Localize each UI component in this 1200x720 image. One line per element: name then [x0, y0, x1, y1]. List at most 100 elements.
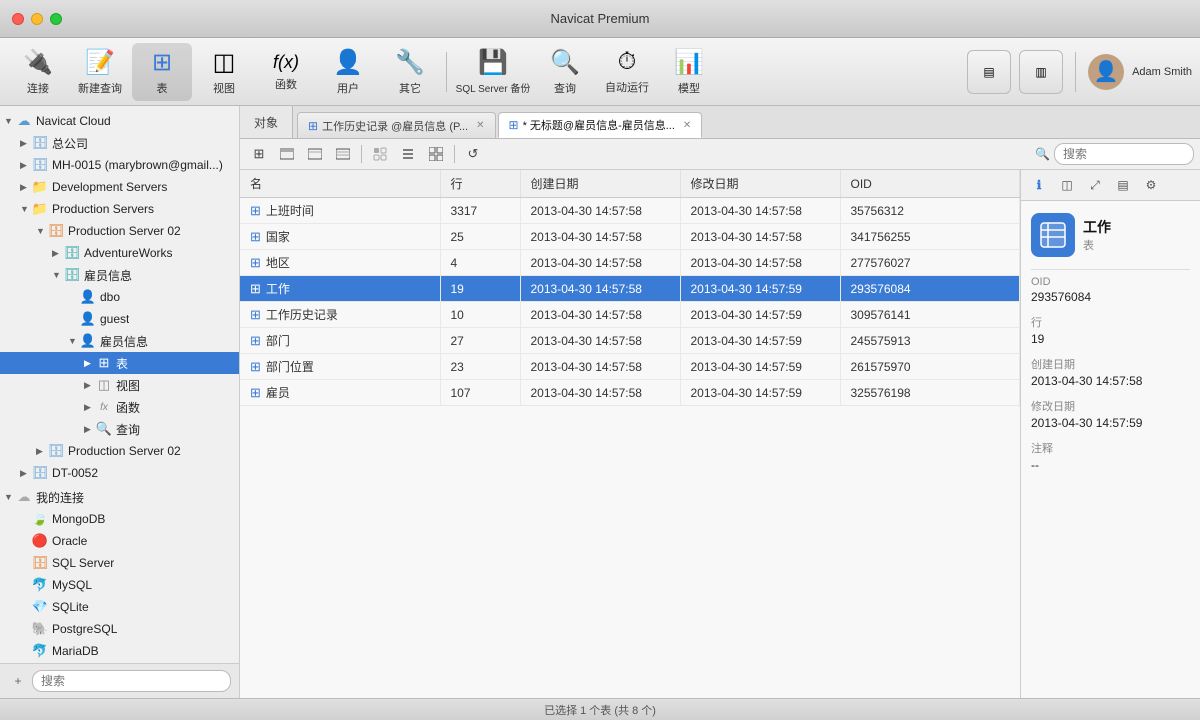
sub-btn-refresh[interactable]: ↺ — [460, 142, 486, 166]
sub-btn-add[interactable] — [274, 142, 300, 166]
toolbar-btn-func[interactable]: f(x) 函数 — [256, 43, 316, 101]
sidebar-item-employee-schema[interactable]: 👤 雇员信息 — [0, 330, 239, 352]
sub-btn-3[interactable] — [330, 142, 356, 166]
user-avatar[interactable]: 👤 — [1088, 54, 1124, 90]
sub-btn-4[interactable] — [367, 142, 393, 166]
expand-arrow-mh0015 — [20, 160, 32, 171]
toolbar-btn-auto-run[interactable]: ⏱ 自动运行 — [597, 43, 657, 101]
sidebar-item-guest[interactable]: 👤 guest — [0, 308, 239, 330]
sub-btn-grid[interactable]: ⊞ — [246, 142, 272, 166]
view-toggle-1[interactable]: ▤ — [967, 50, 1011, 94]
tab-history-close[interactable]: ✕ — [476, 120, 484, 131]
cloud-icon: ☁ — [16, 113, 32, 129]
row-table-icon: ⊞ — [250, 359, 261, 375]
table-row[interactable]: ⊞ 部门位置 23 2013-04-30 14:57:58 2013-04-30… — [240, 354, 1020, 380]
func-label: 函数 — [275, 76, 297, 92]
row-table-icon: ⊞ — [250, 229, 261, 245]
db-icon-employee: 🗄 — [64, 267, 80, 283]
sidebar-item-label: PostgreSQL — [52, 622, 117, 636]
sidebar-item-postgresql[interactable]: 🐘 PostgreSQL — [0, 618, 239, 640]
sidebar-item-views[interactable]: ◫ 视图 — [0, 374, 239, 396]
expand-arrow-funcs — [84, 402, 96, 413]
sidebar-item-dt0052[interactable]: 🗄 DT-0052 — [0, 462, 239, 484]
sidebar-item-prod-server-02b[interactable]: 🗄 Production Server 02 — [0, 440, 239, 462]
close-button[interactable] — [12, 13, 24, 25]
query-label: 查询 — [554, 80, 576, 96]
toolbar-separator-2 — [1075, 52, 1076, 92]
table-area: 名 行 创建日期 修改日期 OID ⊞ 上班时间 3317 2013 — [240, 170, 1200, 698]
folder-icon-dev: 📁 — [32, 179, 48, 195]
toolbar-btn-other[interactable]: 🔧 其它 — [380, 43, 440, 101]
user-name: Adam Smith — [1132, 66, 1192, 78]
rp-field-created: 创建日期 2013-04-30 14:57:58 — [1031, 356, 1190, 388]
expand-arrow-navicat-cloud — [4, 116, 16, 126]
sidebar-item-label: Navicat Cloud — [36, 114, 111, 128]
titlebar: Navicat Premium — [0, 0, 1200, 38]
tab-untitled-close[interactable]: ✕ — [683, 120, 691, 131]
sidebar-item-mariadb[interactable]: 🐬 MariaDB — [0, 640, 239, 662]
sidebar-item-functions[interactable]: fx 函数 — [0, 396, 239, 418]
sub-btn-6[interactable] — [423, 142, 449, 166]
rp-field-rows-value: 19 — [1031, 332, 1190, 346]
sidebar-item-label: Oracle — [52, 534, 87, 548]
rp-btn-cols[interactable]: ▤ — [1111, 174, 1135, 196]
cell-oid: 309576141 — [840, 302, 1020, 328]
sidebar-item-oracle[interactable]: 🔴 Oracle — [0, 530, 239, 552]
rp-object-name: 工作 — [1083, 217, 1111, 237]
table-row[interactable]: ⊞ 雇员 107 2013-04-30 14:57:58 2013-04-30 … — [240, 380, 1020, 406]
sidebar-item-my-connections[interactable]: ☁ 我的连接 — [0, 486, 239, 508]
toolbar-btn-user[interactable]: 👤 用户 — [318, 43, 378, 101]
table-row[interactable]: ⊞ 上班时间 3317 2013-04-30 14:57:58 2013-04-… — [240, 198, 1020, 224]
rp-btn-preview[interactable]: ◫ — [1055, 174, 1079, 196]
sidebar-item-adventure-works[interactable]: 🗄 AdventureWorks — [0, 242, 239, 264]
sidebar-item-corp[interactable]: 🗄 总公司 — [0, 132, 239, 154]
sidebar-item-mh0015[interactable]: 🗄 MH-0015 (marybrown@gmail...) — [0, 154, 239, 176]
toolbar-btn-sqlserver-backup[interactable]: 💾 SQL Server 备份 — [453, 43, 533, 101]
toolbar-btn-model[interactable]: 📊 模型 — [659, 43, 719, 101]
table-row[interactable]: ⊞ 部门 27 2013-04-30 14:57:58 2013-04-30 1… — [240, 328, 1020, 354]
view-toggle-2[interactable]: ▥ — [1019, 50, 1063, 94]
sidebar-item-employee-info-db[interactable]: 🗄 雇员信息 — [0, 264, 239, 286]
table-row[interactable]: ⊞ 地区 4 2013-04-30 14:57:58 2013-04-30 14… — [240, 250, 1020, 276]
table-row[interactable]: ⊞ 工作 19 2013-04-30 14:57:58 2013-04-30 1… — [240, 276, 1020, 302]
sidebar-item-queries[interactable]: 🔍 查询 — [0, 418, 239, 440]
tab-untitled-icon: ⊞ — [509, 118, 519, 132]
sub-btn-5[interactable] — [395, 142, 421, 166]
sidebar-item-dbo[interactable]: 👤 dbo — [0, 286, 239, 308]
sidebar-item-sql-server[interactable]: 🗄 SQL Server — [0, 552, 239, 574]
sidebar-item-navicat-cloud[interactable]: ☁ Navicat Cloud — [0, 110, 239, 132]
sidebar-item-prod-servers[interactable]: 📁 Production Servers — [0, 198, 239, 220]
view-icon: ◫ — [213, 48, 236, 77]
sidebar-item-sqlite[interactable]: 💎 SQLite — [0, 596, 239, 618]
sidebar-item-mysql[interactable]: 🐬 MySQL — [0, 574, 239, 596]
maximize-button[interactable] — [50, 13, 62, 25]
toolbar-btn-table[interactable]: ⊞ 表 — [132, 43, 192, 101]
sidebar-add-icon[interactable]: + — [8, 671, 28, 691]
rp-btn-expand[interactable]: ⤢ — [1083, 174, 1107, 196]
toolbar-btn-view[interactable]: ◫ 视图 — [194, 43, 254, 101]
cell-modified: 2013-04-30 14:57:59 — [680, 302, 840, 328]
expand-arrow-tables — [84, 358, 96, 369]
sidebar-item-dev-servers[interactable]: 📁 Development Servers — [0, 176, 239, 198]
sub-btn-2[interactable] — [302, 142, 328, 166]
sidebar-item-label: AdventureWorks — [84, 246, 172, 260]
traffic-lights[interactable] — [12, 13, 62, 25]
mysql-icon: 🐬 — [32, 577, 48, 593]
table-row[interactable]: ⊞ 工作历史记录 10 2013-04-30 14:57:58 2013-04-… — [240, 302, 1020, 328]
toolbar-btn-connect[interactable]: 🔌 连接 — [8, 43, 68, 101]
tab-history[interactable]: ⊞ 工作历史记录 @雇员信息 (P... ✕ — [297, 112, 495, 138]
minimize-button[interactable] — [31, 13, 43, 25]
rp-btn-info[interactable]: ℹ — [1027, 174, 1051, 196]
sidebar-item-mongodb[interactable]: 🍃 MongoDB — [0, 508, 239, 530]
sidebar-item-tables[interactable]: ⊞ 表 — [0, 352, 239, 374]
search-input[interactable] — [1054, 143, 1194, 165]
sidebar-item-prod-server-02[interactable]: 🗄 Production Server 02 — [0, 220, 239, 242]
sidebar-search-input[interactable] — [32, 670, 231, 692]
tab-untitled[interactable]: ⊞ * 无标题@雇员信息-雇员信息... ✕ — [498, 112, 703, 138]
table-row[interactable]: ⊞ 国家 25 2013-04-30 14:57:58 2013-04-30 1… — [240, 224, 1020, 250]
toolbar-btn-query[interactable]: 🔍 查询 — [535, 43, 595, 101]
rp-field-comment-value: -- — [1031, 458, 1190, 472]
avatar-icon: 👤 — [1094, 59, 1119, 84]
toolbar-btn-new-query[interactable]: 📝 新建查询 — [70, 43, 130, 101]
rp-btn-settings[interactable]: ⚙ — [1139, 174, 1163, 196]
